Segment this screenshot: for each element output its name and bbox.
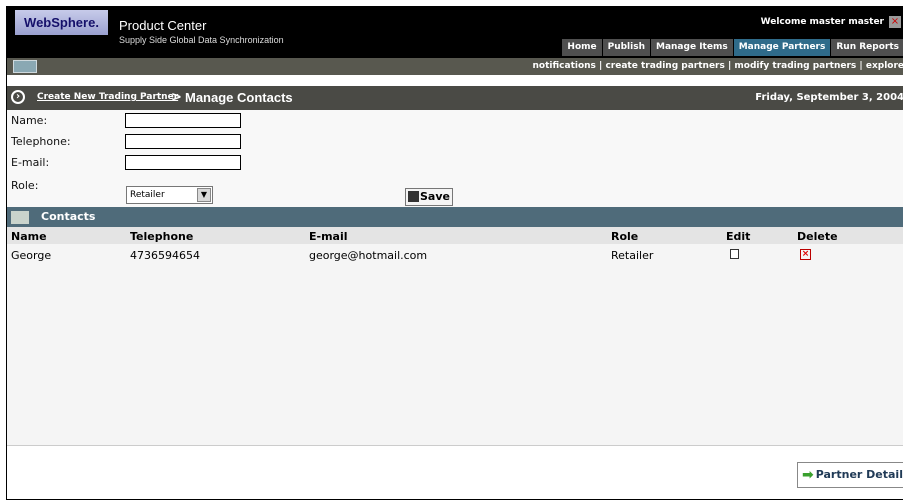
contact-telephone: 4736594654 bbox=[130, 249, 200, 262]
page-header: › Create New Trading Partner > Manage Co… bbox=[7, 86, 903, 110]
contacts-section-header: Contacts bbox=[7, 207, 903, 227]
tab-manage-items[interactable]: Manage Items bbox=[651, 39, 733, 56]
contact-name: George bbox=[11, 249, 52, 262]
email-input[interactable] bbox=[125, 155, 241, 170]
partner-details-label: Partner Details bbox=[815, 468, 903, 481]
contact-form: Name: Telephone: E-mail: Role: Retailer … bbox=[7, 110, 903, 207]
role-selected-value: Retailer bbox=[130, 190, 165, 200]
contacts-icon bbox=[11, 211, 29, 224]
contact-role: Retailer bbox=[611, 249, 654, 262]
main-tabs: Home Publish Manage Items Manage Partner… bbox=[561, 39, 903, 56]
contacts-title: Contacts bbox=[41, 210, 96, 223]
tab-manage-partners[interactable]: Manage Partners bbox=[733, 39, 831, 56]
arrow-right-circle-icon: › bbox=[11, 90, 25, 104]
floppy-disk-icon bbox=[408, 191, 419, 202]
breadcrumb-separator: > bbox=[171, 90, 182, 105]
contacts-table: Name Telephone E-mail Role Edit Delete G… bbox=[7, 227, 903, 445]
divider bbox=[7, 445, 903, 446]
column-edit: Edit bbox=[726, 230, 751, 243]
column-name: Name bbox=[11, 230, 47, 243]
role-label: Role: bbox=[11, 179, 39, 192]
save-label: Save bbox=[420, 190, 450, 203]
sub-navigation: notifications | create trading partners … bbox=[7, 58, 903, 75]
tab-run-reports[interactable]: Run Reports bbox=[831, 39, 903, 56]
arrow-right-icon: ➡ bbox=[802, 467, 814, 483]
column-email: E-mail bbox=[309, 230, 348, 243]
create-trading-partner-link[interactable]: Create New Trading Partner bbox=[37, 92, 178, 102]
chevron-down-icon[interactable]: ▼ bbox=[197, 188, 211, 202]
column-role: Role bbox=[611, 230, 639, 243]
email-label: E-mail: bbox=[11, 156, 50, 169]
telephone-input[interactable] bbox=[125, 134, 241, 149]
telephone-label: Telephone: bbox=[11, 135, 71, 148]
product-subtitle: Supply Side Global Data Synchronization bbox=[119, 35, 284, 45]
name-input[interactable] bbox=[125, 113, 241, 128]
page-title: Manage Contacts bbox=[185, 90, 293, 105]
name-label: Name: bbox=[11, 114, 48, 127]
product-name: Product Center bbox=[119, 18, 207, 33]
edit-icon[interactable] bbox=[730, 249, 739, 259]
delete-icon[interactable]: × bbox=[800, 249, 811, 260]
websphere-logo: WebSphere. bbox=[15, 10, 108, 35]
partners-icon bbox=[13, 60, 37, 73]
app-window: WebSphere. Product Center Supply Side Gl… bbox=[6, 6, 903, 500]
welcome-text: Welcome master master bbox=[760, 17, 884, 27]
subnav-links[interactable]: notifications | create trading partners … bbox=[533, 61, 903, 71]
role-select[interactable]: Retailer ▼ bbox=[126, 186, 213, 204]
current-date: Friday, September 3, 2004 bbox=[755, 92, 903, 103]
top-bar: WebSphere. Product Center Supply Side Gl… bbox=[7, 7, 903, 58]
table-header: Name Telephone E-mail Role Edit Delete bbox=[7, 227, 903, 244]
table-row: George 4736594654 george@hotmail.com Ret… bbox=[7, 246, 903, 262]
contact-email: george@hotmail.com bbox=[309, 249, 428, 262]
tab-publish[interactable]: Publish bbox=[602, 39, 650, 56]
logout-icon[interactable]: × bbox=[889, 16, 901, 28]
save-button[interactable]: Save bbox=[405, 188, 453, 206]
column-telephone: Telephone bbox=[130, 230, 194, 243]
partner-details-button[interactable]: ➡ Partner Details bbox=[797, 462, 903, 488]
column-delete: Delete bbox=[797, 230, 838, 243]
tab-home[interactable]: Home bbox=[562, 39, 602, 56]
spacer bbox=[7, 75, 903, 86]
logo-text: WebSphere. bbox=[24, 15, 99, 30]
